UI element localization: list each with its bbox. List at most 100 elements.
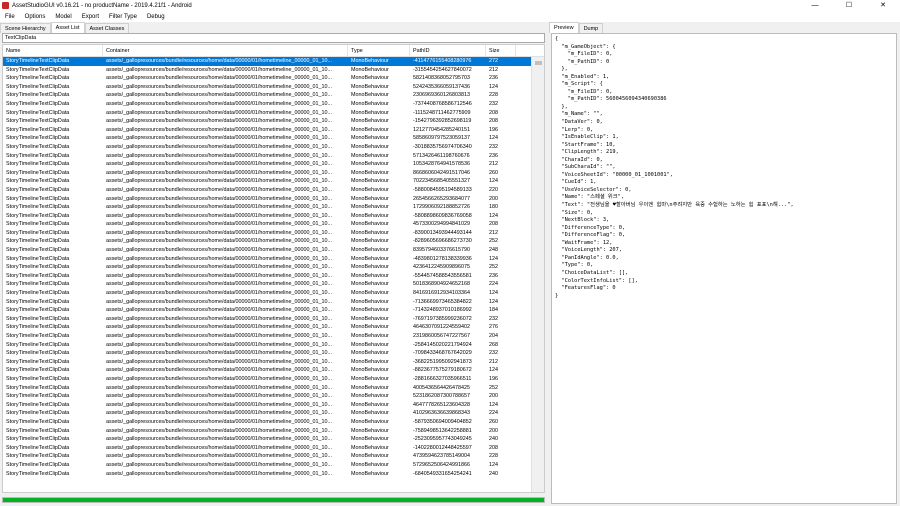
- maximize-button[interactable]: ☐: [832, 0, 866, 11]
- table-row[interactable]: StoryTimelineTextClipData assets/_gallopr…: [3, 470, 532, 479]
- table-row[interactable]: StoryTimelineTextClipData assets/_gallopr…: [3, 229, 532, 238]
- column-header-pathid[interactable]: PathID: [410, 45, 486, 56]
- menu-export[interactable]: Export: [77, 14, 104, 20]
- table-row[interactable]: StoryTimelineTextClipData assets/_gallopr…: [3, 100, 532, 109]
- filter-input[interactable]: TextClipData: [2, 33, 545, 43]
- cell-container: assets/_gallopresources/bundle/resources…: [106, 109, 332, 116]
- table-row[interactable]: StoryTimelineTextClipData assets/_gallopr…: [3, 418, 532, 427]
- cell-size: 236: [489, 75, 498, 82]
- table-row[interactable]: StoryTimelineTextClipData assets/_gallopr…: [3, 349, 532, 358]
- table-row[interactable]: StoryTimelineTextClipData assets/_gallopr…: [3, 323, 532, 332]
- column-header-container[interactable]: Container: [103, 45, 348, 56]
- table-row[interactable]: StoryTimelineTextClipData assets/_gallopr…: [3, 315, 532, 324]
- table-row[interactable]: StoryTimelineTextClipData assets/_gallopr…: [3, 375, 532, 384]
- table-row[interactable]: StoryTimelineTextClipData assets/_gallopr…: [3, 289, 532, 298]
- menu-file[interactable]: File: [0, 14, 20, 20]
- cell-pathid: 1053428764941578536: [413, 161, 470, 168]
- table-row[interactable]: StoryTimelineTextClipData assets/_gallopr…: [3, 435, 532, 444]
- menu-model[interactable]: Model: [50, 14, 76, 20]
- menu-debug[interactable]: Debug: [142, 14, 170, 20]
- table-row[interactable]: StoryTimelineTextClipData assets/_gallopr…: [3, 109, 532, 118]
- column-header-name[interactable]: Name: [3, 45, 103, 56]
- tab-preview[interactable]: Preview: [549, 22, 579, 33]
- table-row[interactable]: StoryTimelineTextClipData assets/_gallopr…: [3, 272, 532, 281]
- table-row[interactable]: StoryTimelineTextClipData assets/_gallopr…: [3, 341, 532, 350]
- cell-container: assets/_gallopresources/bundle/resources…: [106, 453, 332, 460]
- table-row[interactable]: StoryTimelineTextClipData assets/_gallopr…: [3, 444, 532, 453]
- preview-line: "ChoiceDataList": [],: [555, 269, 629, 276]
- table-row[interactable]: StoryTimelineTextClipData assets/_gallopr…: [3, 255, 532, 264]
- cell-container: assets/_gallopresources/bundle/resources…: [106, 143, 332, 150]
- cell-name: StoryTimelineTextClipData: [6, 393, 70, 400]
- vertical-scrollbar[interactable]: [531, 57, 544, 492]
- menu-options[interactable]: Options: [20, 14, 51, 20]
- table-row[interactable]: StoryTimelineTextClipData assets/_gallopr…: [3, 306, 532, 315]
- table-row[interactable]: StoryTimelineTextClipData assets/_gallopr…: [3, 83, 532, 92]
- table-row[interactable]: StoryTimelineTextClipData assets/_gallopr…: [3, 461, 532, 470]
- cell-size: 124: [489, 83, 498, 90]
- table-row[interactable]: StoryTimelineTextClipData assets/_gallopr…: [3, 298, 532, 307]
- cell-size: 180: [489, 204, 498, 211]
- table-row[interactable]: StoryTimelineTextClipData assets/_gallopr…: [3, 384, 532, 393]
- tab-asset-classes[interactable]: Asset Classes: [84, 23, 130, 33]
- column-header-size[interactable]: Size: [486, 45, 516, 56]
- tab-dump[interactable]: Dump: [578, 23, 604, 33]
- table-row[interactable]: StoryTimelineTextClipData assets/_gallopr…: [3, 212, 532, 221]
- cell-size: 208: [489, 118, 498, 125]
- minimize-button[interactable]: —: [798, 0, 832, 11]
- table-row[interactable]: StoryTimelineTextClipData assets/_gallopr…: [3, 177, 532, 186]
- table-row[interactable]: StoryTimelineTextClipData assets/_gallopr…: [3, 117, 532, 126]
- table-row[interactable]: StoryTimelineTextClipData assets/_gallopr…: [3, 74, 532, 83]
- table-row[interactable]: StoryTimelineTextClipData assets/_gallopr…: [3, 66, 532, 75]
- table-row[interactable]: StoryTimelineTextClipData assets/_gallopr…: [3, 358, 532, 367]
- table-row[interactable]: StoryTimelineTextClipData assets/_gallopr…: [3, 186, 532, 195]
- cell-container: assets/_gallopresources/bundle/resources…: [106, 307, 332, 314]
- cell-container: assets/_gallopresources/bundle/resources…: [106, 358, 332, 365]
- cell-pathid: -2881666327035966511: [413, 375, 472, 382]
- tab-asset-list[interactable]: Asset List: [50, 22, 85, 33]
- cell-pathid: 4646307091224559402: [413, 324, 470, 331]
- table-row[interactable]: StoryTimelineTextClipData assets/_gallopr…: [3, 401, 532, 410]
- table-row[interactable]: StoryTimelineTextClipData assets/_gallopr…: [3, 195, 532, 204]
- table-row[interactable]: StoryTimelineTextClipData assets/_gallopr…: [3, 57, 532, 66]
- table-row[interactable]: StoryTimelineTextClipData assets/_gallopr…: [3, 366, 532, 375]
- table-row[interactable]: StoryTimelineTextClipData assets/_gallopr…: [3, 143, 532, 152]
- preview-line: "PanIdAngle": 0.0,: [555, 254, 619, 261]
- table-row[interactable]: StoryTimelineTextClipData assets/_gallopr…: [3, 220, 532, 229]
- cell-pathid: -2584145020221794924: [413, 341, 472, 348]
- table-row[interactable]: StoryTimelineTextClipData assets/_gallopr…: [3, 91, 532, 100]
- cell-pathid: -7098433468767642029: [413, 350, 472, 357]
- preview-line: "VoiceSheetId": "00000_01_1001001",: [555, 171, 673, 178]
- table-row[interactable]: StoryTimelineTextClipData assets/_gallopr…: [3, 332, 532, 341]
- cell-name: StoryTimelineTextClipData: [6, 135, 70, 142]
- progress-bar: [2, 497, 545, 503]
- table-row[interactable]: StoryTimelineTextClipData assets/_gallopr…: [3, 392, 532, 401]
- table-row[interactable]: StoryTimelineTextClipData assets/_gallopr…: [3, 152, 532, 161]
- table-row[interactable]: StoryTimelineTextClipData assets/_gallopr…: [3, 409, 532, 418]
- tab-scene-hierarchy[interactable]: Scene Hierarchy: [0, 23, 51, 33]
- column-header-type[interactable]: Type: [348, 45, 410, 56]
- table-row[interactable]: StoryTimelineTextClipData assets/_gallopr…: [3, 126, 532, 135]
- cell-pathid: -7589498513642258881: [413, 427, 472, 434]
- cell-size: 252: [489, 264, 498, 271]
- table-row[interactable]: StoryTimelineTextClipData assets/_gallopr…: [3, 134, 532, 143]
- table-row[interactable]: StoryTimelineTextClipData assets/_gallopr…: [3, 280, 532, 289]
- menu-filter-type[interactable]: Filter Type: [104, 14, 142, 20]
- preview-pane: Preview Dump { "m_GameObject": { "m_File…: [549, 22, 900, 506]
- cell-name: StoryTimelineTextClipData: [6, 367, 70, 374]
- table-row[interactable]: StoryTimelineTextClipData assets/_gallopr…: [3, 263, 532, 272]
- cell-container: assets/_gallopresources/bundle/resources…: [106, 470, 332, 477]
- cell-name: StoryTimelineTextClipData: [6, 418, 70, 425]
- close-button[interactable]: ✕: [866, 0, 900, 11]
- table-row[interactable]: StoryTimelineTextClipData assets/_gallopr…: [3, 452, 532, 461]
- table-row[interactable]: StoryTimelineTextClipData assets/_gallopr…: [3, 203, 532, 212]
- table-row[interactable]: StoryTimelineTextClipData assets/_gallopr…: [3, 237, 532, 246]
- table-row[interactable]: StoryTimelineTextClipData assets/_gallopr…: [3, 246, 532, 255]
- preview-text-box[interactable]: { "m_GameObject": { "m_FileID": 0, "m_Pa…: [551, 33, 897, 504]
- scrollbar-thumb[interactable]: [535, 61, 542, 65]
- cell-name: StoryTimelineTextClipData: [6, 315, 70, 322]
- table-row[interactable]: StoryTimelineTextClipData assets/_gallopr…: [3, 169, 532, 178]
- cell-pathid: -1542796392852698119: [413, 118, 472, 125]
- table-row[interactable]: StoryTimelineTextClipData assets/_gallopr…: [3, 427, 532, 436]
- table-row[interactable]: StoryTimelineTextClipData assets/_gallopr…: [3, 160, 532, 169]
